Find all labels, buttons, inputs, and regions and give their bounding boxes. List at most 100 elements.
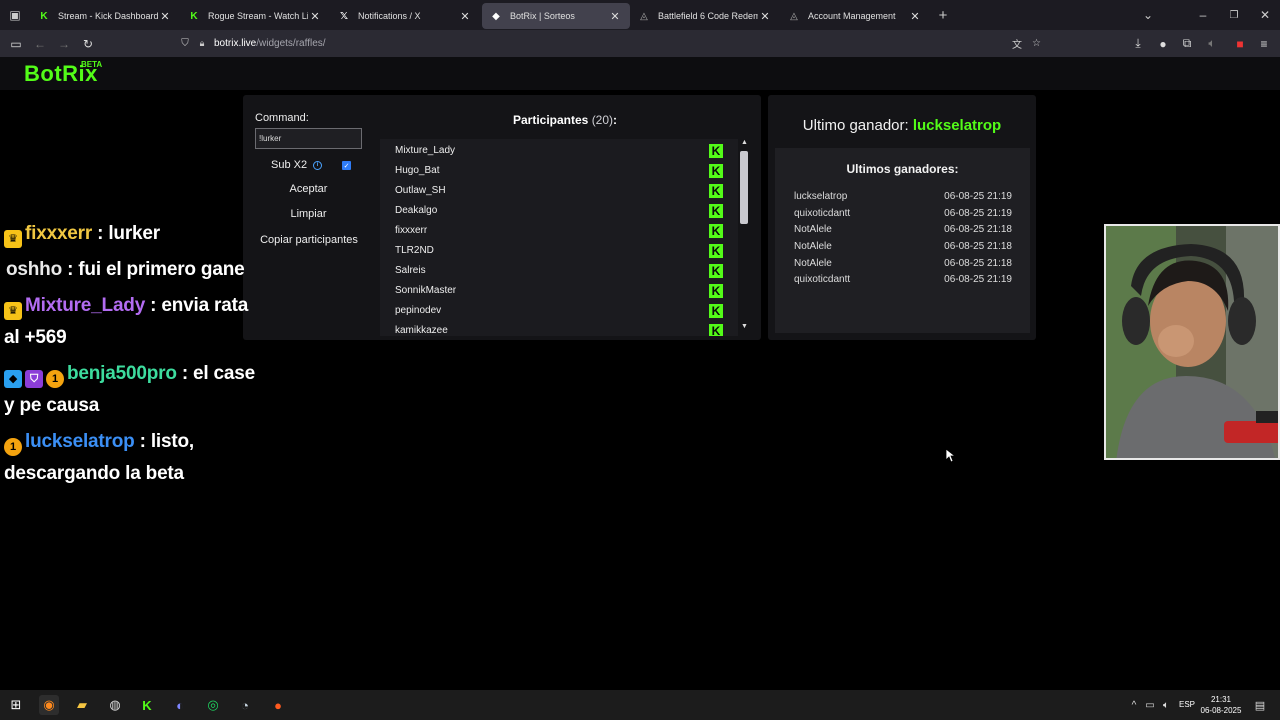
firefox-icon[interactable]: ◉ [39,695,59,715]
windows-start-icon[interactable]: ⊞ [6,695,26,715]
page-content: BotRix BETA Command: Sub X2 i ✓ Aceptar … [0,57,1280,690]
scroll-down-icon[interactable]: ▼ [741,323,748,330]
close-icon[interactable]: ✕ [158,10,172,23]
kick-icon[interactable]: K [709,184,723,198]
address-bar[interactable]: ⛉ 🔒︎ botrix.live/widgets/raffles/ 文 ☆ [176,33,1056,54]
back-icon[interactable]: ← [28,30,52,57]
translate-icon[interactable]: 文 [1012,36,1022,51]
tab-account-management[interactable]: ◬ Account Management ✕ [780,3,930,29]
menu-icon[interactable]: ≡ [1252,30,1276,57]
speaker-icon[interactable]: 🔈︎ [1200,30,1224,57]
ea-icon: ◬ [790,10,798,22]
winners-list-title: Ultimos ganadores: [846,162,959,176]
accept-button[interactable]: Aceptar [255,179,362,199]
shield-icon[interactable]: ⛉ [176,38,194,49]
sidebar-toggle-icon[interactable]: ▭ [4,30,28,57]
participant-row[interactable]: Deakalgo K [380,201,738,221]
kick-icon[interactable]: K [709,264,723,278]
chat-text: : envia rata [145,295,249,316]
tab-notifications-x[interactable]: 𝕏 Notifications / X ✕ [330,3,480,29]
new-tab-icon[interactable]: + [928,0,958,30]
mouse-cursor-icon [945,448,957,468]
sub-x2-checkbox[interactable]: ✓ [342,161,351,170]
account-icon[interactable]: ● [1151,30,1175,57]
winners-list: Ultimos ganadores: luckselatrop 06-08-25 … [775,148,1030,333]
crown-badge-icon: ♛ [4,230,22,248]
chat-text: : el case [176,363,256,384]
participant-row[interactable]: Hugo_Bat K [380,161,738,181]
participant-row[interactable]: Salreis K [380,261,738,281]
winner-row: NotAlele 06-08-25 21:18 [794,241,1012,252]
shield-badge-icon: ⛉ [25,370,43,388]
site-header: BotRix BETA [0,57,1280,90]
close-icon[interactable]: ✕ [758,10,772,23]
chat-message: ♛ Mixture_Lady : envia rata al +569 [4,290,248,354]
participants-list[interactable]: Mixture_Lady K Hugo_Bat K Outlaw_SH K Deaka… [380,139,738,336]
winner-row: luckselatrop 06-08-25 21:19 [794,191,1012,202]
kick-icon[interactable]: K [709,164,723,178]
last-winner-heading: Ultimo ganador: luckselatrop [802,117,1002,134]
tab-list-icon[interactable]: ▣ [0,0,30,30]
forward-icon[interactable]: → [52,30,76,57]
chat-text: y pe causa [4,395,100,416]
app-icon[interactable]: ● [268,695,288,715]
obs-icon[interactable]: ◍ [105,695,125,715]
kick-icon[interactable]: K [709,224,723,238]
winner-row: quixoticdantt 06-08-25 21:19 [794,274,1012,285]
close-icon[interactable]: ✕ [308,10,322,23]
tab-botrix-sorteos[interactable]: ◆ BotRix | Sorteos ✕ [482,3,630,29]
volume-icon[interactable]: 🔈︎ [1156,695,1176,715]
kick-icon[interactable]: K [137,695,157,715]
language-indicator[interactable]: ESP [1179,700,1195,709]
minimize-icon[interactable]: – [1188,0,1218,30]
close-icon[interactable]: ✕ [458,10,472,23]
participant-row[interactable]: Mixture_Lady K [380,141,738,161]
chevron-down-icon[interactable]: ⌄ [1133,0,1163,30]
info-icon[interactable]: i [313,160,323,170]
extensions-icon[interactable]: ⧉ [1175,30,1199,57]
kick-icon[interactable]: K [709,204,723,218]
participant-row[interactable]: Outlaw_SH K [380,181,738,201]
steam-icon[interactable]: ◔ [235,695,255,715]
file-explorer-icon[interactable]: ▰ [72,695,92,715]
close-icon[interactable]: ✕ [608,10,622,23]
tab-kick-dashboard[interactable]: K Stream - Kick Dashboard ✕ [30,3,180,29]
webcam-overlay [1104,224,1280,460]
last-winner-name: luckselatrop [912,117,1002,134]
copy-participants-button[interactable]: Copiar participantes [254,230,364,250]
participant-row[interactable]: kamikkazee K [380,321,738,336]
participant-row[interactable]: TLR2ND K [380,241,738,261]
kick-icon[interactable]: K [709,144,723,158]
participants-scrollbar[interactable]: ▲ ▼ [739,139,750,336]
clear-button[interactable]: Limpiar [255,204,362,224]
spotify-icon[interactable]: ◎ [203,695,223,715]
participant-row[interactable]: SonnikMaster K [380,281,738,301]
kick-icon[interactable]: K [709,304,723,318]
close-icon[interactable]: ✕ [908,10,922,23]
winner-row: NotAlele 06-08-25 21:18 [794,224,1012,235]
tab-rogue-stream[interactable]: K Rogue Stream - Watch Live on K ✕ [180,3,330,29]
kick-icon[interactable]: K [709,244,723,258]
scroll-up-icon[interactable]: ▲ [741,139,748,146]
notifications-icon[interactable]: ▤ [1250,695,1270,715]
participant-row[interactable]: fixxxerr K [380,221,738,241]
sub-x2-row: Sub X2 i [271,159,323,171]
scrollbar-thumb[interactable] [740,151,748,224]
download-icon[interactable]: ⤓ [1126,30,1150,57]
kick-icon[interactable]: K [709,324,723,336]
bookmark-star-icon[interactable]: ☆ [1032,38,1041,49]
reload-icon[interactable]: ↻ [76,30,100,57]
window-close-icon[interactable]: ✕ [1250,0,1280,30]
extension-badge-icon[interactable]: ■ [1228,30,1252,57]
clock[interactable]: 21:31 06-08-2025 [1200,694,1242,716]
url-text[interactable]: botrix.live/widgets/raffles/ [214,38,326,49]
kick-icon[interactable]: K [709,284,723,298]
winner-row: NotAlele 06-08-25 21:18 [794,258,1012,269]
tab-battlefield-code[interactable]: ◬ Battlefield 6 Code Redemption ✕ [630,3,780,29]
discord-icon[interactable]: ◐ [170,695,190,715]
botrix-icon: ◆ [492,10,500,22]
participant-row[interactable]: pepinodev K [380,301,738,321]
command-input[interactable] [255,128,362,149]
restore-icon[interactable]: ❐ [1219,0,1249,30]
lock-icon[interactable]: 🔒︎ [194,38,210,49]
